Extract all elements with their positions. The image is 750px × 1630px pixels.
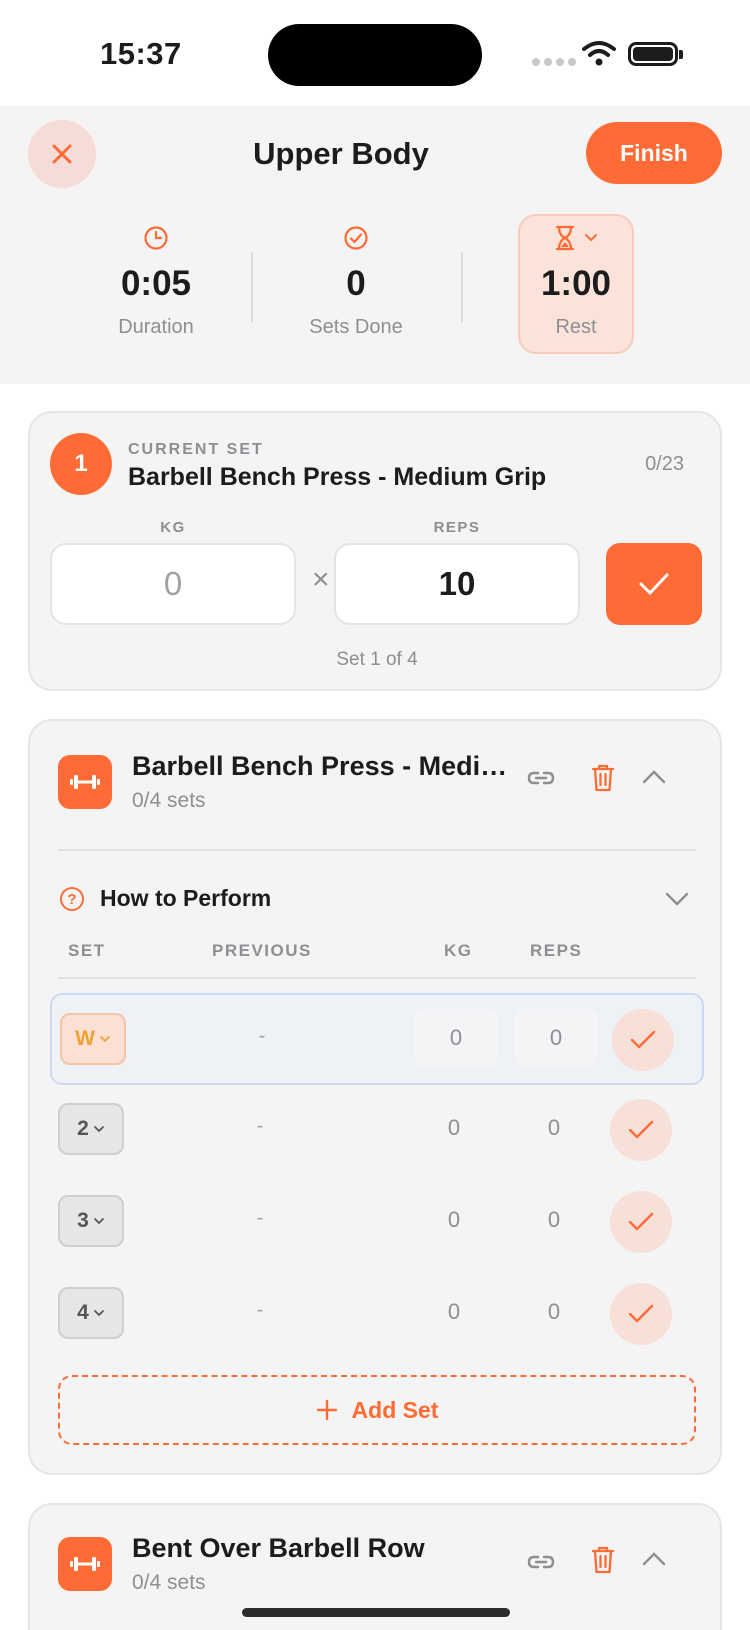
column-header-set: SET	[68, 941, 106, 960]
set-type-dropdown[interactable]: 3	[58, 1195, 124, 1247]
complete-set-button[interactable]	[610, 1283, 672, 1345]
exercise-card: Barbell Bench Press - Medium Grip 0/4 se…	[28, 719, 722, 1475]
trash-icon[interactable]	[590, 763, 616, 793]
clock-icon	[144, 226, 168, 250]
kg-input[interactable]: 0	[412, 1283, 496, 1341]
column-header-reps: REPS	[530, 941, 583, 960]
link-icon[interactable]	[526, 763, 556, 793]
reps-input[interactable]: 10	[334, 543, 580, 625]
chevron-down-icon	[585, 234, 597, 242]
reps-input[interactable]: 0	[512, 1099, 596, 1157]
dumbbell-icon	[58, 755, 112, 809]
dumbbell-icon	[58, 1537, 112, 1591]
divider	[58, 977, 696, 979]
set-type-dropdown[interactable]: 4	[58, 1287, 124, 1339]
home-indicator	[242, 1608, 510, 1617]
complete-set-button[interactable]	[610, 1191, 672, 1253]
previous-value: -	[258, 1025, 266, 1047]
reps-label: REPS	[433, 519, 481, 536]
plus-icon	[316, 1399, 337, 1421]
previous-value: -	[256, 1115, 264, 1137]
how-to-perform-toggle[interactable]: How to Perform	[100, 885, 271, 912]
page-title: Upper Body	[253, 136, 429, 171]
link-icon[interactable]	[526, 1547, 556, 1577]
previous-value: -	[256, 1207, 264, 1229]
add-set-button[interactable]: Add Set	[58, 1375, 696, 1445]
chevron-up-icon[interactable]	[640, 763, 668, 791]
add-set-label: Add Set	[351, 1396, 439, 1423]
table-row: 4 - 0 0	[50, 1269, 704, 1361]
status-time: 15:37	[100, 36, 182, 71]
complete-set-button[interactable]	[610, 1099, 672, 1161]
workout-header: Upper Body Finish 0:05 Duration 0 Sets D…	[0, 106, 750, 384]
kg-input[interactable]: 0	[412, 1099, 496, 1157]
kg-input[interactable]: 0	[412, 1191, 496, 1249]
checkmark-icon	[628, 1304, 654, 1323]
kg-input[interactable]: 0	[414, 1009, 498, 1067]
wifi-icon	[582, 41, 616, 66]
table-row: 2 - 0 0	[50, 1085, 704, 1177]
stat-divider	[251, 252, 253, 322]
signal-icon	[532, 58, 576, 66]
duration-stat: 0:05 Duration	[56, 224, 256, 339]
sets-done-label: Sets Done	[309, 316, 403, 338]
set-number: 2	[77, 1117, 89, 1140]
status-bar: 15:37	[0, 0, 750, 106]
set-type-dropdown[interactable]: 2	[58, 1103, 124, 1155]
exercise-sets-count: 0/4 sets	[132, 789, 206, 812]
finish-button[interactable]: Finish	[586, 122, 722, 184]
duration-label: Duration	[118, 316, 194, 338]
table-row: W - 0 0	[50, 993, 704, 1085]
current-set-number: 1	[50, 433, 112, 495]
rest-stat: 1:00 Rest	[476, 224, 676, 339]
exercise-name[interactable]: Bent Over Barbell Row	[132, 1533, 425, 1564]
sets-done-stat: 0 Sets Done	[256, 224, 456, 339]
set-number: 4	[77, 1301, 89, 1324]
current-exercise-name: Barbell Bench Press - Medium Grip	[128, 463, 547, 491]
set-number: 3	[77, 1209, 89, 1232]
sets-done-value: 0	[346, 264, 366, 303]
battery-icon	[628, 42, 683, 66]
reps-input[interactable]: 0	[514, 1009, 598, 1067]
current-set-label: CURRENT SET	[128, 441, 264, 458]
kg-input[interactable]: 0	[50, 543, 296, 625]
checkmark-icon	[630, 1030, 656, 1049]
table-row: 3 - 0 0	[50, 1177, 704, 1269]
times-symbol: ×	[312, 563, 330, 596]
chevron-down-icon	[93, 1310, 104, 1317]
current-set-card: 1 CURRENT SET Barbell Bench Press - Medi…	[28, 411, 722, 691]
dynamic-island	[268, 24, 482, 86]
complete-set-button[interactable]	[612, 1009, 674, 1071]
rest-value: 1:00	[540, 264, 612, 303]
column-header-kg: KG	[444, 941, 473, 960]
kg-label: KG	[160, 519, 186, 536]
set-type-dropdown[interactable]: W	[60, 1013, 126, 1065]
divider	[58, 849, 696, 851]
set-counter: Set 1 of 4	[336, 649, 418, 670]
checkmark-icon	[639, 573, 669, 595]
exercise-name[interactable]: Barbell Bench Press - Medium Grip	[132, 751, 512, 782]
checkmark-icon	[628, 1212, 654, 1231]
chevron-down-icon[interactable]	[664, 889, 690, 909]
stat-divider	[461, 252, 463, 322]
reps-input[interactable]: 0	[512, 1191, 596, 1249]
duration-value: 0:05	[120, 264, 192, 303]
rest-label: Rest	[555, 316, 597, 338]
trash-icon[interactable]	[590, 1545, 616, 1575]
checkmark-icon	[628, 1120, 654, 1139]
previous-value: -	[256, 1299, 264, 1321]
check-circle-icon	[344, 226, 368, 250]
exercise-sets-count: 0/4 sets	[132, 1571, 206, 1594]
chevron-up-icon[interactable]	[640, 1545, 668, 1573]
question-icon: ?	[60, 887, 84, 911]
chevron-down-icon	[100, 1036, 110, 1043]
set-number: W	[75, 1027, 95, 1050]
complete-set-button[interactable]	[606, 543, 702, 625]
total-progress: 0/23	[645, 453, 684, 475]
chevron-down-icon	[93, 1218, 104, 1225]
chevron-down-icon	[93, 1126, 104, 1133]
column-header-previous: PREVIOUS	[212, 941, 312, 960]
hourglass-icon	[555, 225, 575, 251]
reps-input[interactable]: 0	[512, 1283, 596, 1341]
